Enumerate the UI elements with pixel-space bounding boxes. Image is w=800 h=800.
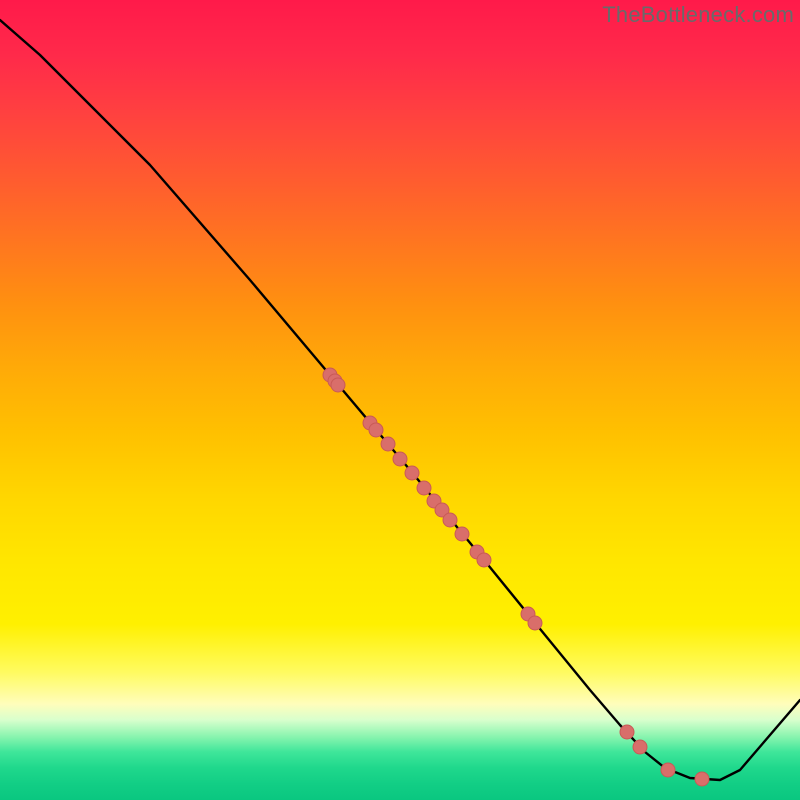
data-point bbox=[528, 616, 542, 630]
data-points bbox=[323, 368, 709, 786]
chart-svg bbox=[0, 0, 800, 800]
data-point bbox=[381, 437, 395, 451]
data-point bbox=[405, 466, 419, 480]
data-point bbox=[661, 763, 675, 777]
data-point bbox=[633, 740, 647, 754]
watermark-text: TheBottleneck.com bbox=[602, 2, 794, 28]
data-point bbox=[369, 423, 383, 437]
data-point bbox=[393, 452, 407, 466]
data-point bbox=[417, 481, 431, 495]
chart-container: TheBottleneck.com bbox=[0, 0, 800, 800]
data-point bbox=[331, 378, 345, 392]
data-point bbox=[477, 553, 491, 567]
curve-line bbox=[0, 20, 800, 780]
data-point bbox=[443, 513, 457, 527]
data-point bbox=[695, 772, 709, 786]
data-point bbox=[620, 725, 634, 739]
data-point bbox=[455, 527, 469, 541]
